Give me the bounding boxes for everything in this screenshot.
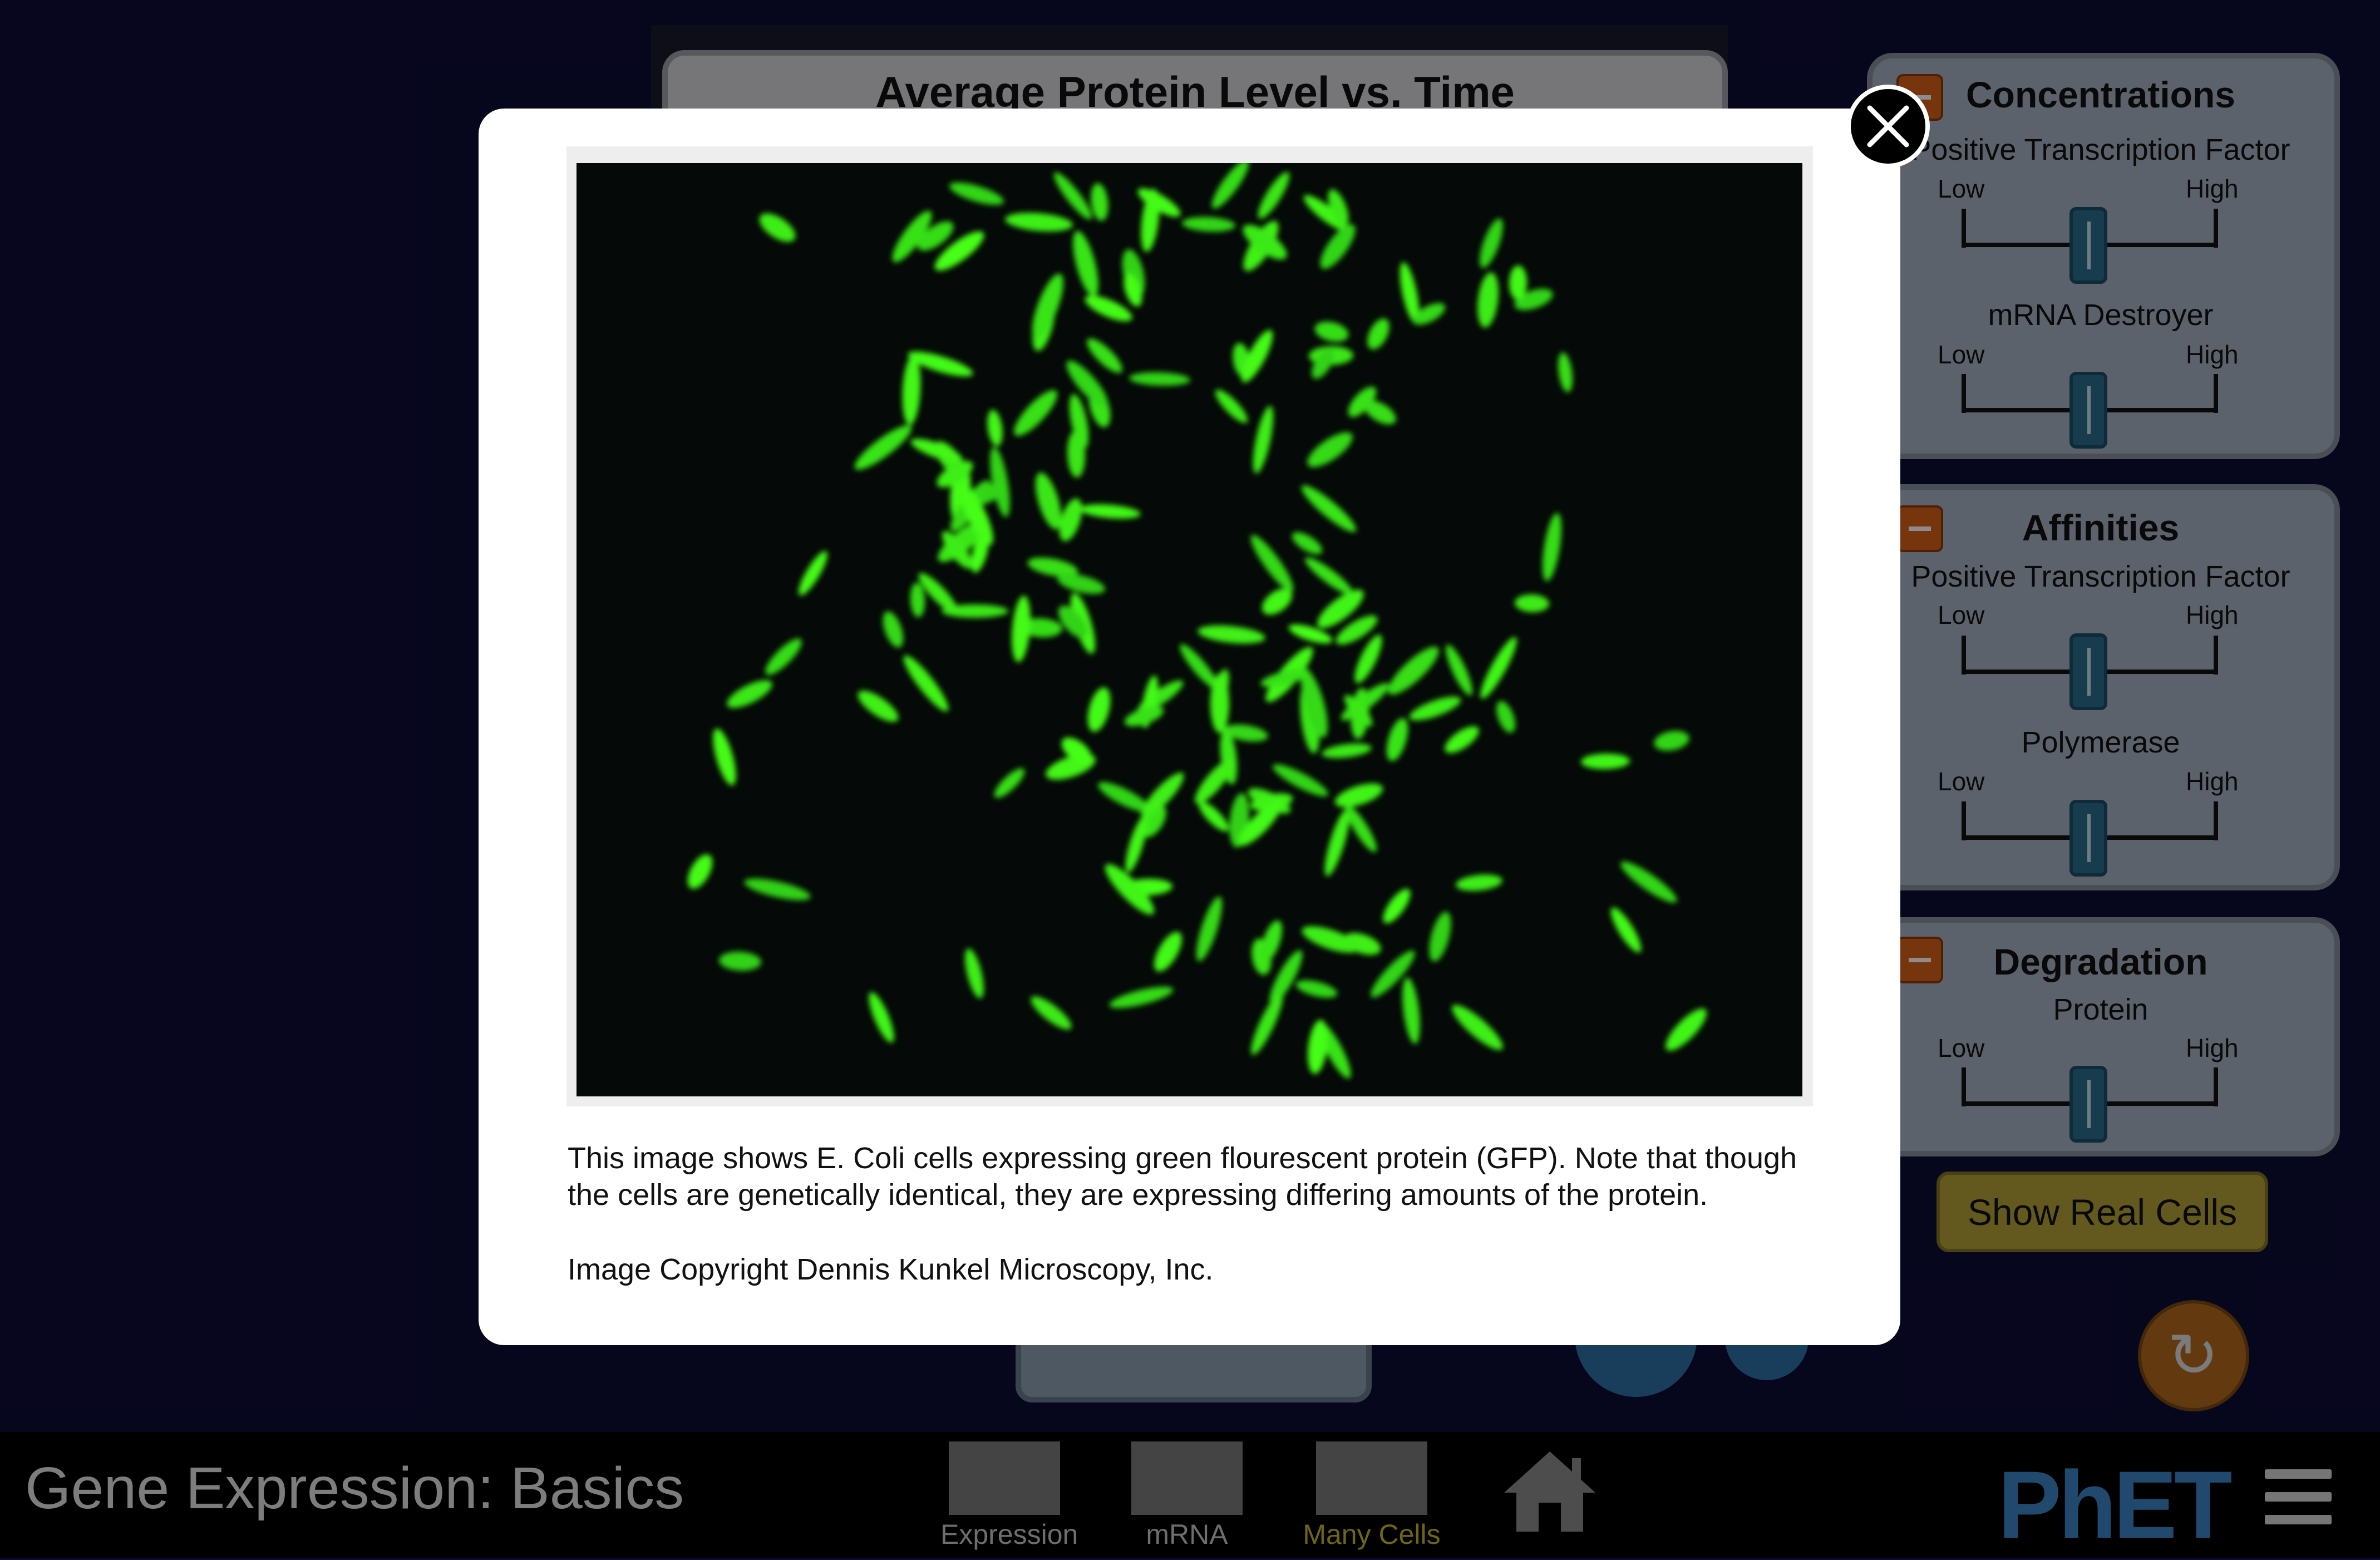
close-dialog-button[interactable] bbox=[1846, 85, 1930, 168]
ecoli-cell bbox=[1210, 674, 1229, 733]
close-icon bbox=[1867, 105, 1909, 147]
image-copyright: Image Copyright Dennis Kunkel Microscopy… bbox=[568, 1253, 1214, 1286]
image-caption: This image shows E. Coli cells expressin… bbox=[568, 1141, 1797, 1212]
ecoli-gfp-image bbox=[576, 163, 1802, 1096]
